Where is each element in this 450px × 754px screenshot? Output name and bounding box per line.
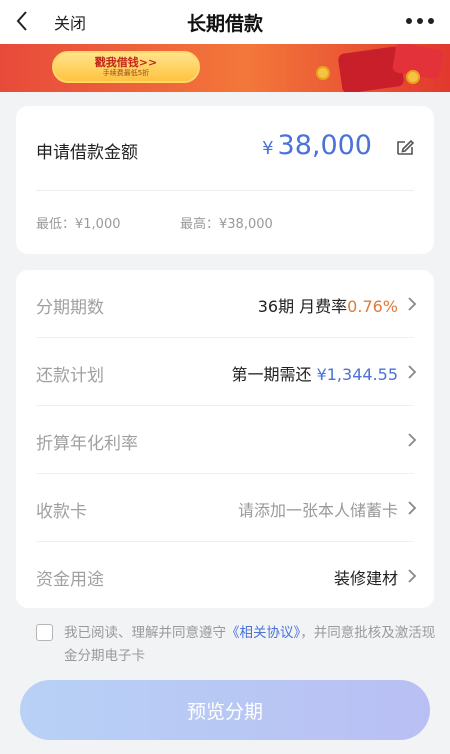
row-label: 还款计划 [36,366,104,386]
installment-term: 36期 月费率 [257,297,348,316]
agreement-text: 我已阅读、理解并同意遵守《相关协议》，并同意批核及激活现金分期电子卡 [64,622,436,668]
chevron-right-icon [408,501,417,515]
edit-icon[interactable] [394,136,416,158]
row-label: 收款卡 [36,502,87,522]
more-icon[interactable] [406,18,434,24]
promo-banner[interactable]: 戳我借钱>> 手续费最低5折 [0,44,450,92]
row-value: 装修建材 [333,569,398,588]
chevron-right-icon [408,433,417,447]
divider [36,190,414,191]
coin-image [406,70,420,84]
coin-image [316,66,330,80]
agreement-link[interactable]: 《相关协议》 [226,625,300,641]
preview-installment-button[interactable]: 预览分期 [20,680,430,740]
row-installments[interactable]: 分期期数 36期 月费率0.76% [16,270,434,338]
banner-button-label: 戳我借钱>> [94,56,158,69]
row-value: 请添加一张本人储蓄卡 [237,501,398,520]
row-value: 36期 月费率0.76% [258,293,398,317]
amount-label: 申请借款金额 [36,143,138,163]
row-annual-rate[interactable]: 折算年化利率 [16,406,434,474]
monthly-rate: 0.76% [347,297,398,316]
page-title: 长期借款 [186,13,263,35]
agreement-checkbox[interactable] [36,624,53,641]
row-repayment-plan[interactable]: 还款计划 第一期需还 ¥1,344.55 [16,338,434,406]
row-label: 资金用途 [36,570,104,590]
row-fund-usage[interactable]: 资金用途 装修建材 [16,542,434,610]
first-payment-amount: ¥1,344.55 [316,365,398,384]
max-amount: 最高：¥38,000 [180,217,273,232]
row-label: 折算年化利率 [36,434,138,454]
banner-button[interactable]: 戳我借钱>> 手续费最低5折 [52,51,200,83]
min-amount: 最低：¥1,000 [36,217,121,232]
loan-details-card: 分期期数 36期 月费率0.76% 还款计划 第一期需还 ¥1,344.55 折… [16,270,434,608]
agreement-prefix: 我已阅读、理解并同意遵守 [64,625,226,641]
chevron-right-icon [408,569,417,583]
amount-card: 申请借款金额 ¥38,000 最低：¥1,000 最高：¥38,000 [16,106,434,254]
row-value: 第一期需还 ¥1,344.55 [231,361,398,385]
row-label: 分期期数 [36,298,104,318]
amount-number: 38,000 [277,130,372,161]
first-payment-label: 第一期需还 [231,365,317,384]
chevron-right-icon [408,365,417,379]
nav-bar: 关闭 长期借款 [0,0,450,44]
banner-button-sublabel: 手续费最低5折 [102,69,150,77]
amount-value[interactable]: ¥38,000 [262,130,372,161]
chevron-right-icon [408,297,417,311]
row-receiving-card[interactable]: 收款卡 请添加一张本人储蓄卡 [16,474,434,542]
currency-symbol: ¥ [262,138,274,159]
